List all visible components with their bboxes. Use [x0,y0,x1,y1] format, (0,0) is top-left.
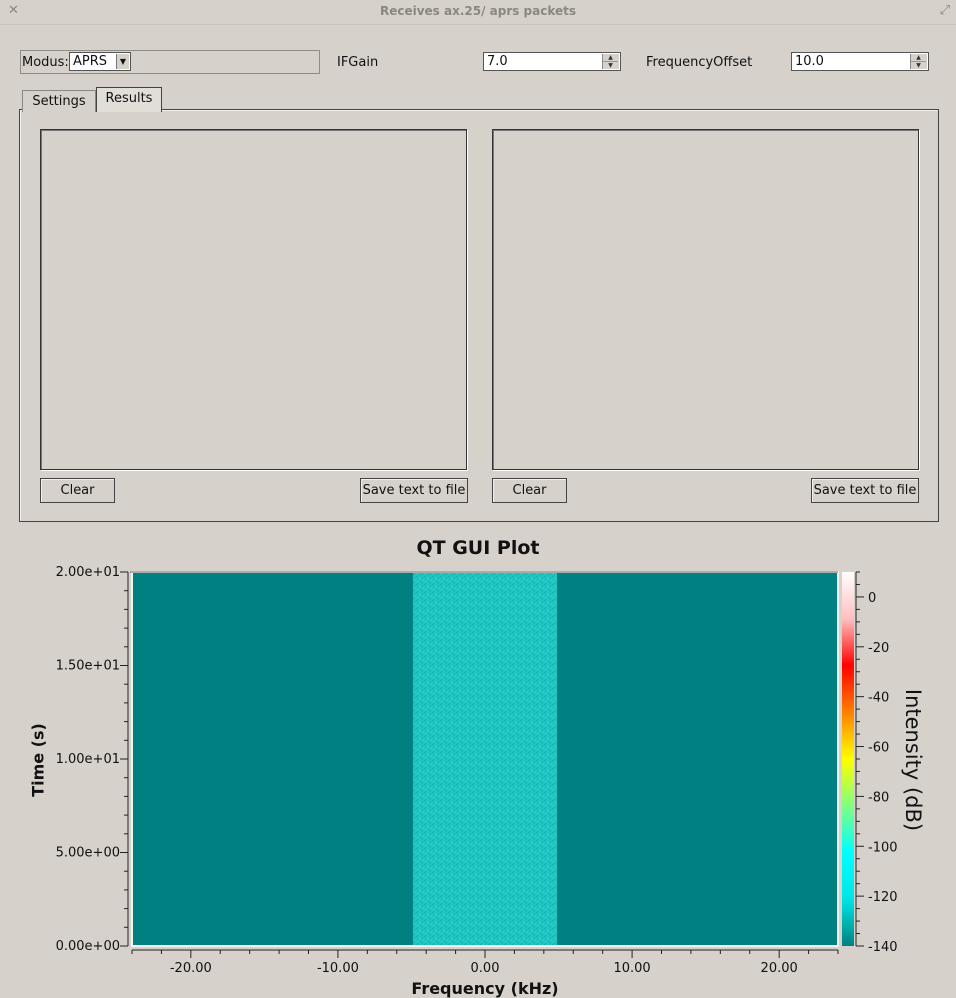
passband-region [412,572,558,946]
colorbar-tick-label: 0 [868,591,876,606]
save-text-button-right[interactable]: Save text to file [811,478,919,503]
x-tick-label: -20.00 [170,961,212,976]
colorbar [842,572,854,946]
colorbar-tick-label: -40 [868,691,889,706]
freq-offset-stepper[interactable]: ▲ ▼ [910,54,927,69]
modus-value: APRS [73,54,108,69]
waterfall-plot[interactable]: 0.00e+00 5.00e+00 1.00e+01 1.50e+01 2.00e+01… [0,560,956,980]
ifgain-stepper[interactable]: ▲ ▼ [602,54,619,69]
window-titlebar[interactable]: ✕ Receives ax.25/ aprs packets ⤢ [0,0,956,25]
results-text-right[interactable] [492,129,919,470]
modus-label: Modus: [22,55,69,70]
colorbar-tick-label: -100 [868,840,898,855]
x-tick-label: 20.00 [761,961,798,976]
spin-down-icon[interactable]: ▼ [603,61,618,69]
spin-up-icon[interactable]: ▲ [911,54,926,61]
spin-down-icon[interactable]: ▼ [911,61,926,69]
x-tick-label: -10.00 [317,961,359,976]
y-axis-label: Time (s) [28,723,48,797]
results-text-left[interactable] [40,129,467,470]
clear-button-right[interactable]: Clear [492,478,567,503]
y-tick-label: 2.00e+01 [56,565,120,580]
ifgain-spinbox[interactable]: 7.0 ▲ ▼ [483,52,621,71]
freq-offset-spinbox[interactable]: 10.0 ▲ ▼ [791,52,929,71]
colorbar-tick-label: -140 [868,940,898,955]
ifgain-label: IFGain [337,55,379,70]
colorbar-tick-label: -20 [868,641,889,656]
freq-offset-value: 10.0 [795,54,824,69]
x-axis-label: Frequency (kHz) [411,979,559,998]
spin-up-icon[interactable]: ▲ [603,54,618,61]
y-tick-label: 1.50e+01 [56,659,120,674]
modus-select[interactable]: APRS ▼ [69,52,131,71]
colorbar-tick-label: -60 [868,741,889,756]
y-tick-label: 5.00e+00 [56,846,120,861]
chevron-down-icon[interactable]: ▼ [116,54,129,69]
maximize-icon[interactable]: ⤢ [940,3,950,18]
clear-button-left[interactable]: Clear [40,478,115,503]
colorbar-label: Intensity (dB) [901,688,925,832]
colorbar-tick-label: -120 [868,890,898,905]
colorbar-tick-label: -80 [868,790,889,805]
window-title: Receives ax.25/ aprs packets [379,4,577,18]
x-tick-label: 0.00 [471,961,500,976]
plot-title: QT GUI Plot [416,537,540,559]
save-text-button-left[interactable]: Save text to file [360,478,468,503]
freq-offset-label: FrequencyOffset [646,55,753,70]
ifgain-value: 7.0 [487,54,508,69]
tab-results[interactable]: Results [96,87,162,112]
y-tick-label: 0.00e+00 [56,939,120,954]
y-tick-label: 1.00e+01 [56,752,120,767]
x-tick-label: 10.00 [613,961,650,976]
tab-settings[interactable]: Settings [22,90,96,112]
